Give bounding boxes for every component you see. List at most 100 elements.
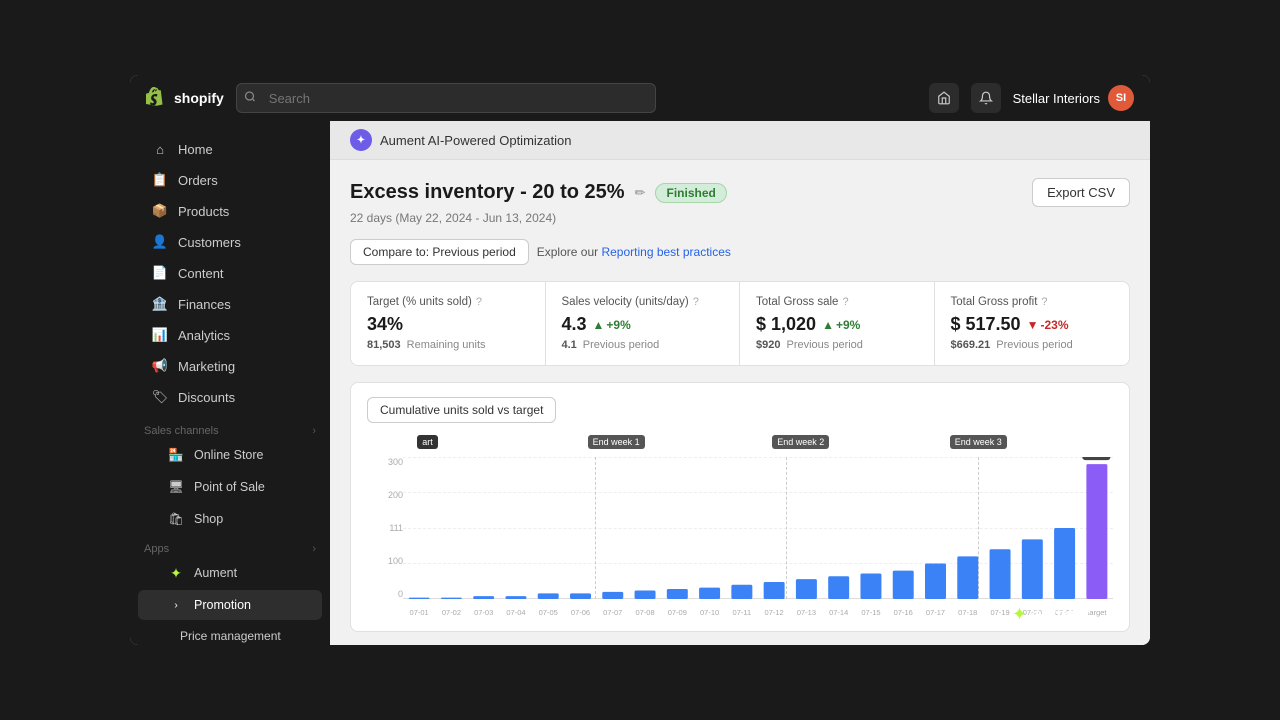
analytics-icon: 📊 (152, 327, 168, 343)
stats-grid: Target (% units sold) ? 34% 81,503 Remai… (350, 281, 1130, 366)
page-header-strip: ✦ Aument AI-Powered Optimization (330, 121, 1150, 160)
gross-profit-help-icon[interactable]: ? (1041, 296, 1047, 308)
apps-section-label: Apps › (130, 535, 330, 557)
topbar-right: Stellar Interiors SI (929, 83, 1134, 113)
svg-text:07-01: 07-01 (410, 608, 429, 617)
shopify-logo: shopify (146, 87, 224, 109)
sidebar-item-aument[interactable]: ✦ Aument (138, 558, 322, 588)
svg-text:07-09: 07-09 (668, 608, 687, 617)
discounts-icon: 🏷 (152, 389, 168, 405)
aument-icon: ✦ (168, 565, 184, 581)
target-value: 34% (367, 314, 529, 335)
sidebar-item-promotion[interactable]: › Promotion (138, 590, 322, 620)
sidebar-item-orders[interactable]: 📋 Orders (138, 165, 322, 195)
orders-icon: 📋 (152, 172, 168, 188)
chart-card: Cumulative units sold vs target art End … (350, 382, 1130, 632)
brand-name: shopify (174, 90, 224, 106)
sidebar-item-analytics[interactable]: 📊 Analytics (138, 320, 322, 350)
sidebar-item-marketing[interactable]: 📢 Marketing (138, 351, 322, 381)
page-title-row: Excess inventory - 20 to 25% ✏ Finished … (350, 178, 1130, 207)
sidebar-item-price-management[interactable]: Price management (138, 622, 322, 645)
chart-bars-area: 07-0107-0207-0307-0407-0507-0607-0707-08… (403, 457, 1113, 617)
svg-text:07-17: 07-17 (926, 608, 945, 617)
gross-sale-help-icon[interactable]: ? (842, 296, 848, 308)
page-title: Excess inventory - 20 to 25% (350, 181, 625, 204)
stat-card-sales-velocity: Sales velocity (units/day) ? 4.3 ▲ +9% 4… (546, 282, 741, 365)
sales-channels-section-label: Sales channels › (130, 417, 330, 439)
search-input[interactable] (236, 83, 656, 113)
sidebar-item-products[interactable]: 📦 Products (138, 196, 322, 226)
velocity-change: ▲ +9% (593, 318, 631, 332)
svg-text:07-16: 07-16 (894, 608, 913, 617)
reporting-link: Explore our Reporting best practices (537, 245, 731, 259)
page-header-brand: Aument AI-Powered Optimization (380, 133, 571, 148)
sidebar-item-content[interactable]: 📄 Content (138, 258, 322, 288)
sidebar-item-discounts[interactable]: 🏷 Discounts (138, 382, 322, 412)
aument-brand-text: aument (1033, 606, 1090, 624)
notification-icon-btn[interactable] (971, 83, 1001, 113)
svg-text:07-02: 07-02 (442, 608, 461, 617)
products-icon: 📦 (152, 203, 168, 219)
stat-card-gross-profit: Total Gross profit ? $ 517.50 ▼ -23% $66… (935, 282, 1130, 365)
svg-text:target: target (1087, 608, 1107, 617)
compare-bar: Compare to: Previous period Explore our … (350, 239, 1130, 265)
sidebar-item-shop[interactable]: 🛍 Shop (138, 504, 322, 534)
svg-text:07-12: 07-12 (765, 608, 784, 617)
svg-text:07-13: 07-13 (797, 608, 816, 617)
svg-text:07-07: 07-07 (603, 608, 622, 617)
content-icon: 📄 (152, 265, 168, 281)
svg-text:07-15: 07-15 (861, 608, 880, 617)
velocity-value: 4.3 ▲ +9% (562, 314, 724, 335)
shop-icon: 🛍 (168, 511, 184, 527)
week-marker-1: End week 1 (588, 435, 645, 449)
week-marker-start: art (417, 435, 438, 449)
chart-title-bar: Cumulative units sold vs target (367, 397, 1113, 423)
gross-sale-change: ▲ +9% (822, 318, 860, 332)
search-icon (244, 91, 256, 106)
sidebar: ⌂ Home 📋 Orders 📦 Products 👤 Customers 📄 (130, 121, 330, 645)
promotion-date-range: 22 days (May 22, 2024 - Jun 13, 2024) (350, 211, 1130, 225)
svg-text:07-10: 07-10 (700, 608, 719, 617)
chevron-icon: › (312, 425, 316, 437)
page-body: Excess inventory - 20 to 25% ✏ Finished … (330, 160, 1150, 645)
sidebar-item-customers[interactable]: 👤 Customers (138, 227, 322, 257)
status-badge: Finished (655, 183, 726, 203)
content-area: ✦ Aument AI-Powered Optimization Excess … (330, 121, 1150, 645)
week-marker-3: End week 3 (950, 435, 1007, 449)
velocity-help-icon[interactable]: ? (693, 296, 699, 308)
chart-svg: 07-0107-0207-0307-0407-0507-0607-0707-08… (403, 457, 1113, 617)
store-badge: Stellar Interiors SI (1013, 85, 1134, 111)
pos-icon: 🖥 (168, 479, 184, 495)
svg-text:07-11: 07-11 (733, 608, 752, 617)
sidebar-item-point-of-sale[interactable]: 🖥 Point of Sale (138, 472, 322, 502)
sidebar-item-home[interactable]: ⌂ Home (138, 134, 322, 164)
sidebar-item-finances[interactable]: 🏦 Finances (138, 289, 322, 319)
svg-text:07-14: 07-14 (829, 608, 848, 617)
store-icon-btn[interactable] (929, 83, 959, 113)
aument-star-icon: ✦ (1012, 604, 1027, 625)
gross-sale-value: $ 1,020 ▲ +9% (756, 314, 918, 335)
topbar: shopify Stellar Interiors (130, 75, 1150, 121)
week-marker-2: End week 2 (772, 435, 829, 449)
export-csv-button[interactable]: Export CSV (1032, 178, 1130, 207)
compare-period-button[interactable]: Compare to: Previous period (350, 239, 529, 265)
svg-text:07-18: 07-18 (958, 608, 977, 617)
aument-logo: ✦ (350, 129, 372, 151)
chart-title-button[interactable]: Cumulative units sold vs target (367, 397, 556, 423)
stat-card-target: Target (% units sold) ? 34% 81,503 Remai… (351, 282, 546, 365)
edit-icon[interactable]: ✏ (635, 185, 646, 201)
search-bar[interactable] (236, 83, 656, 113)
sidebar-main-nav: ⌂ Home 📋 Orders 📦 Products 👤 Customers 📄 (130, 129, 330, 417)
svg-text:07-08: 07-08 (635, 608, 654, 617)
svg-text:07-19: 07-19 (990, 608, 1009, 617)
store-name: Stellar Interiors (1013, 91, 1100, 106)
marketing-icon: 📢 (152, 358, 168, 374)
svg-text:07-04: 07-04 (506, 608, 525, 617)
chart-body: 300 200 111 100 0 (367, 457, 1113, 617)
sidebar-item-online-store[interactable]: 🏪 Online Store (138, 440, 322, 470)
home-icon: ⌂ (152, 141, 168, 157)
customers-icon: 👤 (152, 234, 168, 250)
target-help-icon[interactable]: ? (476, 296, 482, 308)
reporting-best-practices-link[interactable]: Reporting best practices (601, 245, 730, 259)
gross-profit-change: ▼ -23% (1027, 318, 1069, 332)
